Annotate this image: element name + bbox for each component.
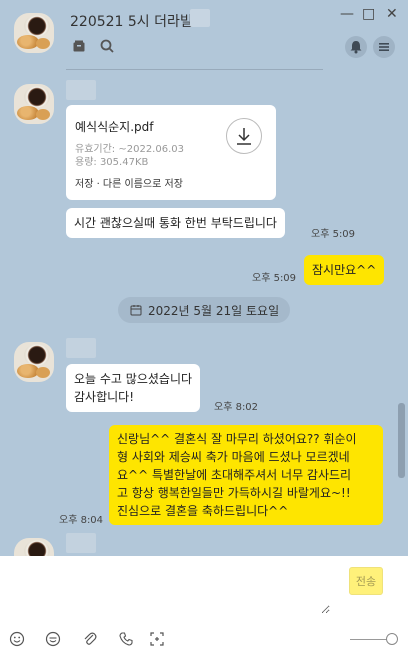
blurred-member-count [190,9,210,27]
my-message-bubble[interactable]: 잠시만요^^ [304,255,385,285]
message-text-line: 오늘 수고 많으셨습니다 [74,372,193,386]
sender-name-blurred [66,80,96,100]
message-time: 오후 8:04 [59,515,104,526]
date-text: 2022년 5월 21일 토요일 [148,304,280,318]
message-text: 잠시만요^^ [312,263,377,277]
file-name: 예식식순지.pdf [75,120,154,134]
file-save-actions[interactable]: 저장 · 다른 이름으로 저장 [75,175,183,190]
message-input[interactable] [10,564,330,614]
message-bubble[interactable]: 시간 괜찮으실때 통화 한번 부탁드립니다 [66,208,285,238]
message-input-area: 전송 [0,556,408,658]
menu-button[interactable] [373,36,395,58]
sender-name-blurred [66,338,96,358]
send-button[interactable]: 전송 [349,567,383,595]
message-text-line: 형 사회와 제승씨 축가 마음에 드셨나 모르겠네 [117,450,350,464]
file-attachment-card[interactable]: 예식식순지.pdf 유효기간: ~2022.06.03 용량: 305.47KB… [66,105,276,200]
message-time: 오후 8:02 [214,402,259,413]
notification-button[interactable] [345,36,367,58]
download-button[interactable] [226,118,262,154]
font-size-slider-knob[interactable] [386,633,398,645]
chat-room-title: 220521 5시 더라빌 [70,14,193,30]
message-time: 오후 5:09 [252,273,297,284]
minimize-button[interactable]: — [340,6,354,22]
message-text-line: 고 항상 행복한일들만 가득하시길 바랄게요~!! [117,486,351,500]
close-button[interactable]: ✕ [386,6,398,22]
file-size: 용량: 305.47KB [75,157,149,168]
sender-avatar[interactable] [14,84,54,124]
search-icon[interactable] [99,38,115,54]
message-bubble[interactable]: 오늘 수고 많으셨습니다 감사합니다! [66,364,201,412]
sender-avatar[interactable] [14,342,54,382]
download-icon [237,128,251,145]
date-divider: 2022년 5월 21일 토요일 [118,297,290,323]
message-text-line: 신랑님^^ 결혼식 잘 마무리 하셨어요?? 휘순이 [117,432,357,446]
chat-room-avatar[interactable] [14,13,54,53]
sender-avatar[interactable] [14,538,54,556]
emoji-icon[interactable] [9,631,25,647]
font-size-slider-track[interactable] [350,639,390,640]
sender-name-blurred [66,533,96,553]
bell-icon [350,41,362,54]
message-text-line: 요^^ 특별한날에 초대해주셔서 너무 감사드리 [117,468,352,482]
menu-icon [379,43,389,51]
message-time: 오후 5:09 [311,229,356,240]
maximize-button[interactable]: □ [362,6,375,22]
emoticon-icon[interactable] [45,631,61,647]
message-text-line: 감사합니다! [74,390,135,404]
message-text: 시간 괜찮으실때 통화 한번 부탁드립니다 [74,216,277,230]
capture-icon[interactable] [149,631,165,647]
chat-header: 220521 5시 더라빌 — □ ✕ [0,0,408,70]
calendar-icon [130,305,142,316]
header-divider [66,69,323,70]
my-message-bubble[interactable]: 신랑님^^ 결혼식 잘 마무리 하셨어요?? 휘순이 형 사회와 제승씨 축가 … [109,425,383,525]
chat-scrollbar[interactable] [398,403,405,478]
box-icon[interactable] [71,38,87,54]
message-text-line: 진심으로 결혼을 축하드립니다^^ [117,504,289,518]
attach-icon[interactable] [82,631,98,647]
phone-icon[interactable] [118,631,134,647]
